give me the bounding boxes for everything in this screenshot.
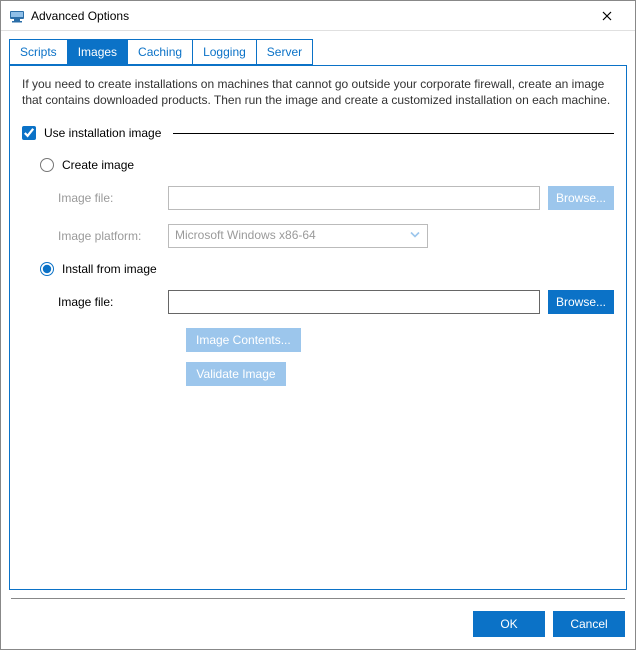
window-title: Advanced Options <box>31 9 587 23</box>
validate-image-button[interactable]: Validate Image <box>186 362 286 386</box>
create-image-browse-button[interactable]: Browse... <box>548 186 614 210</box>
intro-text: If you need to create installations on m… <box>22 76 614 108</box>
install-image-file-input[interactable] <box>168 290 540 314</box>
image-options-section: Create image Image file: Browse... Image… <box>22 158 614 386</box>
install-from-image-radio[interactable] <box>40 262 54 276</box>
dialog-footer: OK Cancel <box>1 599 635 649</box>
tabstrip: Scripts Images Caching Logging Server <box>1 31 635 65</box>
tab-server[interactable]: Server <box>257 39 313 65</box>
install-image-file-row: Image file: Browse... <box>40 290 614 314</box>
use-installation-image-label: Use installation image <box>44 126 161 140</box>
tab-caching[interactable]: Caching <box>128 39 193 65</box>
use-installation-image-row: Use installation image <box>22 126 614 140</box>
create-image-radio[interactable] <box>40 158 54 172</box>
image-contents-button[interactable]: Image Contents... <box>186 328 301 352</box>
app-icon <box>9 8 25 24</box>
image-platform-label: Image platform: <box>58 229 168 243</box>
create-image-file-row: Image file: Browse... <box>40 186 614 210</box>
caret-down-icon <box>409 229 421 244</box>
install-from-image-label: Install from image <box>62 262 157 276</box>
ok-button[interactable]: OK <box>473 611 545 637</box>
tab-scripts[interactable]: Scripts <box>9 39 68 65</box>
create-image-label: Create image <box>62 158 134 172</box>
create-image-row: Create image <box>40 158 614 172</box>
image-platform-select[interactable]: Microsoft Windows x86-64 <box>168 224 428 248</box>
section-rule <box>173 133 614 134</box>
close-button[interactable] <box>587 1 627 30</box>
tab-images[interactable]: Images <box>68 39 128 65</box>
tab-logging[interactable]: Logging <box>193 39 257 65</box>
install-image-browse-button[interactable]: Browse... <box>548 290 614 314</box>
image-action-buttons: Image Contents... Validate Image <box>40 328 614 386</box>
use-installation-image-checkbox[interactable] <box>22 126 36 140</box>
images-panel: If you need to create installations on m… <box>9 65 627 590</box>
install-from-image-row: Install from image <box>40 262 614 276</box>
create-image-file-input[interactable] <box>168 186 540 210</box>
image-platform-row: Image platform: Microsoft Windows x86-64 <box>40 224 614 248</box>
titlebar: Advanced Options <box>1 1 635 31</box>
create-image-file-label: Image file: <box>58 191 168 205</box>
image-platform-value: Microsoft Windows x86-64 <box>175 228 316 242</box>
install-image-file-label: Image file: <box>58 295 168 309</box>
cancel-button[interactable]: Cancel <box>553 611 625 637</box>
